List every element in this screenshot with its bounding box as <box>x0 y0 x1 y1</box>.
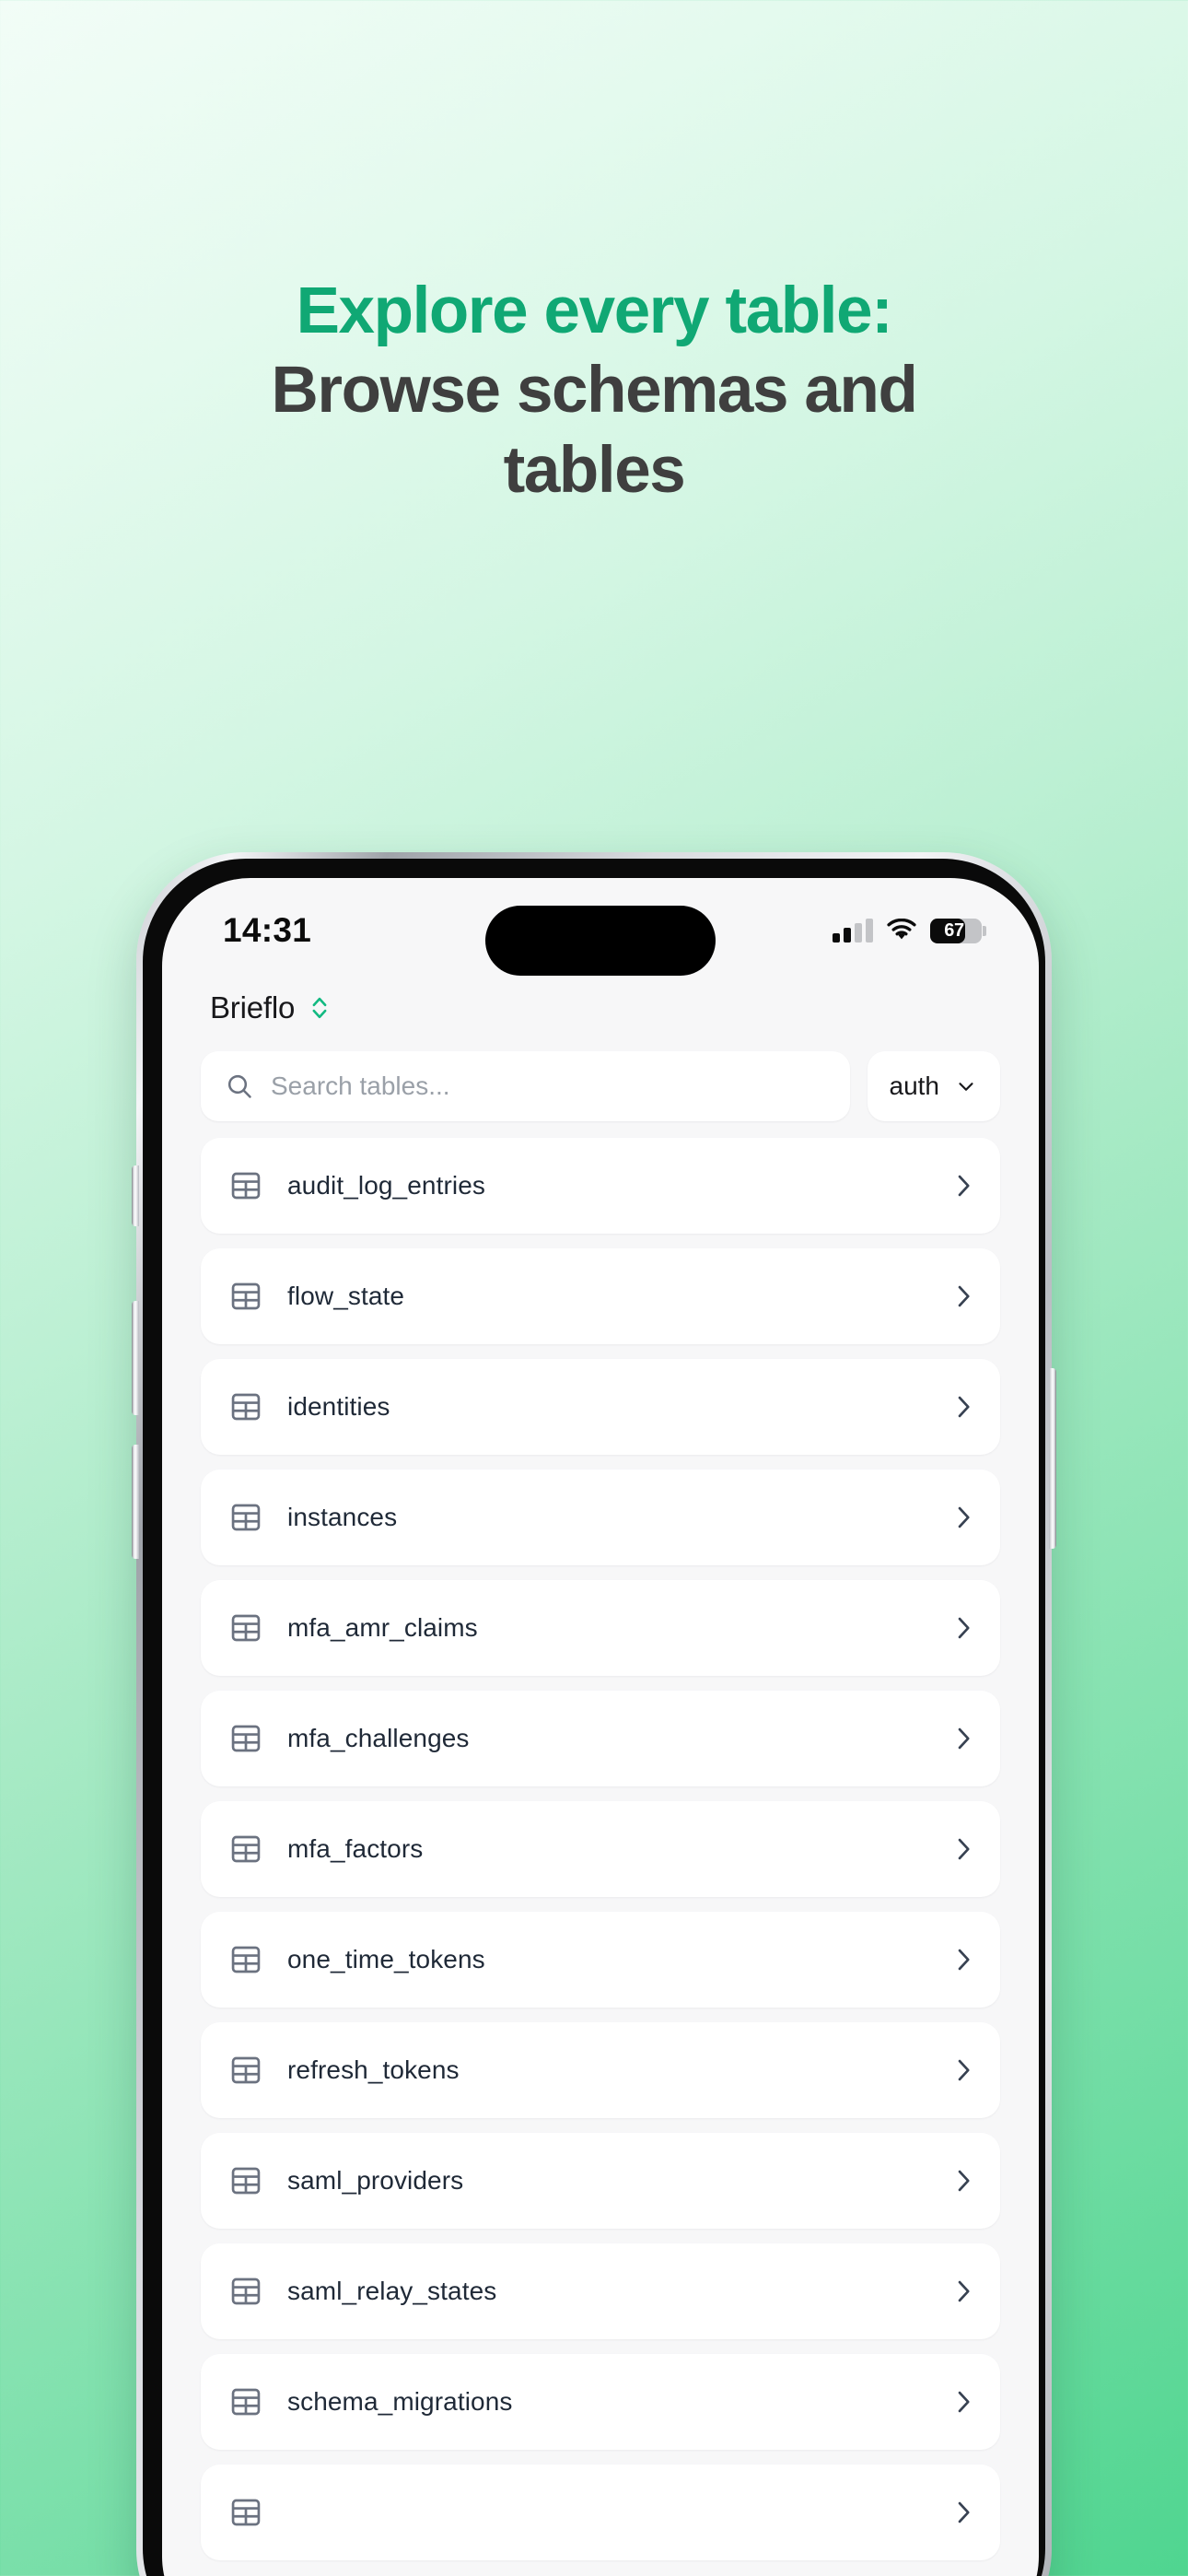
table-grid-icon <box>231 2056 261 2084</box>
status-bar: 14:31 67 <box>162 878 1039 976</box>
table-row[interactable]: refresh_tokens <box>201 2022 1000 2118</box>
chevron-right-icon <box>958 2391 970 2413</box>
table-grid-icon <box>231 1725 261 1752</box>
chevron-right-icon <box>958 2059 970 2081</box>
search-row: auth <box>162 1051 1039 1121</box>
table-row[interactable]: mfa_challenges <box>201 1691 1000 1786</box>
chevron-right-icon <box>958 2170 970 2192</box>
chevron-right-icon <box>958 1285 970 1307</box>
chevron-right-icon <box>958 1838 970 1860</box>
table-row[interactable] <box>201 2465 1000 2560</box>
table-row-label: audit_log_entries <box>287 1171 485 1200</box>
table-row-label: refresh_tokens <box>287 2055 460 2084</box>
phone-bezel: 14:31 67 Brieflo Search tables... auth a… <box>143 859 1045 2576</box>
search-input[interactable] <box>271 1071 826 1101</box>
power-button[interactable] <box>1049 1368 1056 1549</box>
chevron-up-down-icon[interactable] <box>308 993 332 1023</box>
table-grid-icon <box>231 1172 261 1200</box>
search-icon <box>227 1074 251 1098</box>
chevron-right-icon <box>958 1506 970 1528</box>
schema-selector[interactable]: auth <box>867 1051 1000 1121</box>
table-row[interactable]: instances <box>201 1469 1000 1565</box>
chevron-right-icon <box>958 2280 970 2302</box>
chevron-down-icon <box>959 1083 973 1091</box>
table-row-label: flow_state <box>287 1282 405 1310</box>
table-row[interactable]: mfa_amr_claims <box>201 1580 1000 1676</box>
wifi-icon <box>887 919 916 940</box>
chevron-right-icon <box>958 1396 970 1418</box>
chevron-right-icon <box>958 1727 970 1750</box>
table-row[interactable]: flow_state <box>201 1248 1000 1344</box>
table-grid-icon <box>231 1946 261 1973</box>
table-row-label: mfa_amr_claims <box>287 1613 478 1642</box>
battery-icon: 67 <box>930 918 986 943</box>
status-time: 14:31 <box>223 911 312 949</box>
table-grid-icon <box>231 1504 261 1531</box>
chevron-right-icon <box>958 1949 970 1971</box>
table-row-label: identities <box>287 1392 390 1421</box>
table-row-label: saml_providers <box>287 2166 464 2195</box>
dynamic-island <box>485 906 716 976</box>
table-row[interactable]: identities <box>201 1359 1000 1455</box>
headline-accent-line: Explore every table: <box>296 275 893 347</box>
table-row-label: saml_relay_states <box>287 2277 497 2305</box>
project-name: Brieflo <box>210 990 296 1025</box>
table-row-label: one_time_tokens <box>287 1945 485 1973</box>
table-row-label: schema_migrations <box>287 2387 513 2416</box>
table-row[interactable]: one_time_tokens <box>201 1912 1000 2008</box>
volume-up-button[interactable] <box>132 1301 139 1415</box>
table-row[interactable]: schema_migrations <box>201 2354 1000 2450</box>
battery-percent: 67 <box>944 919 964 941</box>
table-grid-icon <box>231 2167 261 2195</box>
signal-bars-icon <box>833 919 873 943</box>
table-row-label: mfa_factors <box>287 1834 424 1863</box>
table-row-label: mfa_challenges <box>287 1724 470 1752</box>
volume-down-button[interactable] <box>132 1445 139 1559</box>
table-row[interactable]: audit_log_entries <box>201 1138 1000 1234</box>
table-grid-icon <box>231 1835 261 1863</box>
action-button[interactable] <box>132 1165 139 1226</box>
headline-line-2: Browse schemas and <box>271 354 918 427</box>
table-grid-icon <box>231 1282 261 1310</box>
table-grid-icon <box>231 1614 261 1642</box>
phone-mockup: 14:31 67 Brieflo Search tables... auth a… <box>132 852 1056 2576</box>
table-row-label: instances <box>287 1503 398 1531</box>
app-header: Brieflo <box>162 968 1039 1048</box>
status-indicators: 67 <box>833 918 986 943</box>
chevron-right-icon <box>958 1175 970 1197</box>
table-row[interactable]: saml_providers <box>201 2133 1000 2229</box>
table-row[interactable]: saml_relay_states <box>201 2243 1000 2339</box>
schema-selected-value: auth <box>889 1071 940 1100</box>
table-grid-icon <box>231 2388 261 2416</box>
search-box[interactable] <box>201 1051 850 1121</box>
table-grid-icon <box>231 2277 261 2305</box>
table-grid-icon <box>231 2499 261 2526</box>
chevron-right-icon <box>958 2501 970 2523</box>
phone-screen: 14:31 67 Brieflo Search tables... auth a… <box>162 878 1039 2576</box>
promo-headline: Explore every table: Browse schemas and … <box>0 276 1188 515</box>
headline-line-3: tables <box>503 433 686 507</box>
table-grid-icon <box>231 1393 261 1421</box>
chevron-right-icon <box>958 1617 970 1639</box>
table-list[interactable]: audit_log_entries flow_state identities ins… <box>162 1121 1039 2560</box>
table-row[interactable]: mfa_factors <box>201 1801 1000 1897</box>
